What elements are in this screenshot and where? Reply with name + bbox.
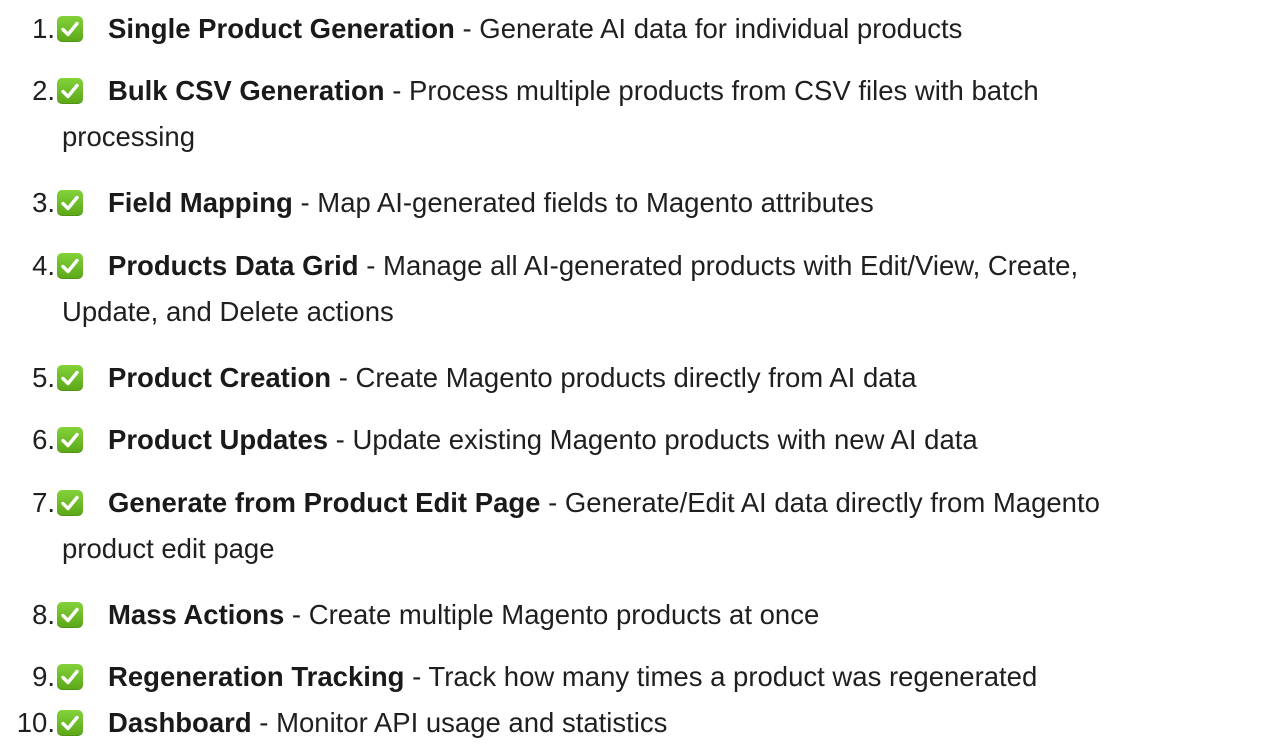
item-title: Field Mapping <box>108 187 293 218</box>
list-item: 2. Bulk CSV Generation - Process multipl… <box>0 68 1278 160</box>
item-text: Dashboard - Monitor API usage and statis… <box>108 700 1258 746</box>
item-title: Single Product Generation <box>108 13 455 44</box>
item-title: Mass Actions <box>108 599 285 630</box>
item-title: Regeneration Tracking <box>108 661 405 692</box>
item-number: 3. <box>32 187 55 218</box>
list-item: 8. Mass Actions - Create multiple Magent… <box>0 592 1278 638</box>
list-item: 5. Product Creation - Create Magento pro… <box>0 355 1278 401</box>
item-number: 7. <box>32 487 55 518</box>
item-description: - Generate/Edit AI data directly from Ma… <box>540 487 1100 518</box>
item-text: Mass Actions - Create multiple Magento p… <box>108 592 1258 638</box>
item-number: 1. <box>32 13 55 44</box>
item-description: - Generate AI data for individual produc… <box>454 13 963 44</box>
list-item: 1. Single Product Generation - Generate … <box>0 6 1278 52</box>
item-text: Product Updates - Update existing Magent… <box>108 417 1258 463</box>
check-mark-button-icon <box>57 664 83 690</box>
item-number: 10. <box>16 707 55 738</box>
check-mark-button-icon <box>57 365 83 391</box>
check-mark-button-icon <box>57 190 83 216</box>
item-title: Bulk CSV Generation <box>108 75 385 106</box>
item-number: 4. <box>32 250 55 281</box>
item-title: Dashboard <box>108 707 252 738</box>
item-text: Product Creation - Create Magento produc… <box>108 355 1258 401</box>
check-mark-button-icon <box>57 602 83 628</box>
item-text: Products Data Grid - Manage all AI-gener… <box>62 243 1258 335</box>
item-title: Products Data Grid <box>108 250 359 281</box>
item-text: Single Product Generation - Generate AI … <box>108 6 1258 52</box>
item-description: - Update existing Magento products with … <box>328 424 978 455</box>
item-description: - Track how many times a product was reg… <box>404 661 1038 692</box>
item-title: Product Updates <box>108 424 329 455</box>
check-mark-button-icon <box>57 710 83 736</box>
list-item: 4. Products Data Grid - Manage all AI-ge… <box>0 243 1278 335</box>
item-description: - Process multiple products from CSV fil… <box>384 75 1039 106</box>
feature-list: 1. Single Product Generation - Generate … <box>0 0 1278 747</box>
item-text: Field Mapping - Map AI-generated fields … <box>108 180 1258 226</box>
check-mark-button-icon <box>57 78 83 104</box>
item-description-continued: processing <box>62 121 195 152</box>
item-number: 8. <box>32 599 55 630</box>
check-mark-button-icon <box>57 427 83 453</box>
item-title: Generate from Product Edit Page <box>108 487 541 518</box>
item-number: 2. <box>32 75 55 106</box>
check-mark-button-icon <box>57 253 83 279</box>
item-number: 5. <box>32 362 55 393</box>
item-number: 6. <box>32 424 55 455</box>
list-item: 3. Field Mapping - Map AI-generated fiel… <box>0 180 1278 226</box>
item-description: - Map AI-generated fields to Magento att… <box>292 187 874 218</box>
item-number: 9. <box>32 661 55 692</box>
item-text: Regeneration Tracking - Track how many t… <box>108 654 1258 700</box>
check-mark-button-icon <box>57 490 83 516</box>
item-description: - Manage all AI-generated products with … <box>358 250 1079 281</box>
list-item: 6. Product Updates - Update existing Mag… <box>0 417 1278 463</box>
list-item: 9. Regeneration Tracking - Track how man… <box>0 654 1278 700</box>
item-description: - Create multiple Magento products at on… <box>284 599 820 630</box>
item-description-continued: product edit page <box>62 533 275 564</box>
item-text: Bulk CSV Generation - Process multiple p… <box>62 68 1258 160</box>
list-item: 7. Generate from Product Edit Page - Gen… <box>0 480 1278 572</box>
item-description-continued: Update, and Delete actions <box>62 296 394 327</box>
list-item: 10. Dashboard - Monitor API usage and st… <box>0 700 1278 746</box>
item-description: - Create Magento products directly from … <box>331 362 917 393</box>
check-mark-button-icon <box>57 16 83 42</box>
item-text: Generate from Product Edit Page - Genera… <box>62 480 1258 572</box>
item-title: Product Creation <box>108 362 332 393</box>
item-description: - Monitor API usage and statistics <box>251 707 668 738</box>
